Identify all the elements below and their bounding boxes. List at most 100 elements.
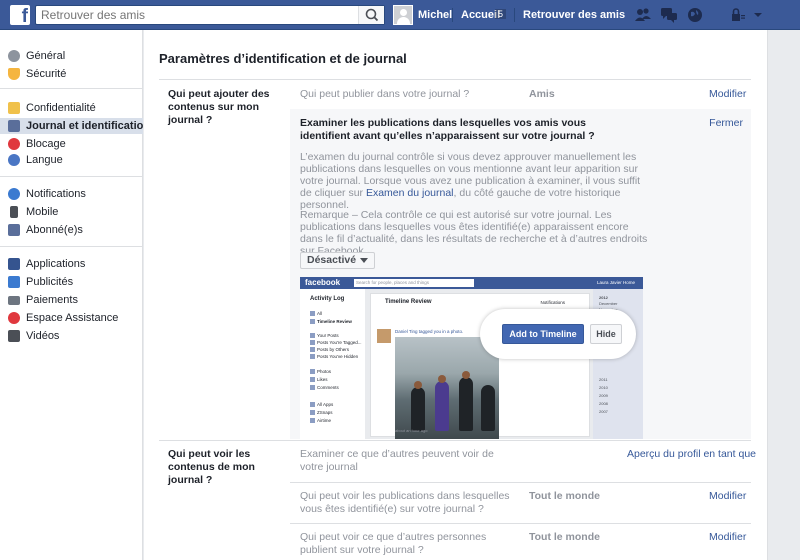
illustration-left-title: Activity Log <box>310 296 345 302</box>
search-icon <box>365 8 379 22</box>
film-icon <box>8 330 20 342</box>
illustration-year: 2010 <box>599 385 608 390</box>
illustration-notifications: Notifications <box>540 300 565 305</box>
sidebar-item-general[interactable]: Général <box>0 48 143 64</box>
sidebar-item-mobile[interactable]: Mobile <box>0 204 143 220</box>
privacy-shortcuts-icon[interactable] <box>729 6 747 24</box>
gear-icon <box>8 50 20 62</box>
messages-icon[interactable] <box>660 6 678 24</box>
setting-value: Amis <box>529 88 555 100</box>
close-link[interactable]: Fermer <box>709 117 743 129</box>
setting-question: Qui peut voir les publications dans lesq… <box>300 490 510 515</box>
sidebar-item-label: Abonné(e)s <box>26 224 83 236</box>
phone-icon <box>10 206 18 218</box>
illustration-action-bubble: Add to Timeline Hide <box>480 309 636 359</box>
illustration-hide-button: Hide <box>590 324 622 344</box>
globe-icon <box>8 154 20 166</box>
sidebar-item-label: Vidéos <box>26 330 60 342</box>
sidebar-divider <box>0 88 143 89</box>
sidebar-item-label: Mobile <box>26 206 59 218</box>
card-icon <box>8 296 20 305</box>
illustration-logo: facebook <box>305 278 341 287</box>
illustration-search: Search for people, places and things <box>354 279 474 287</box>
edit-link[interactable]: Modifier <box>709 88 746 100</box>
chevron-down-icon <box>360 257 369 263</box>
sidebar-item-label: Confidentialité <box>26 102 96 114</box>
setting-question: Qui peut publier dans votre journal ? <box>300 88 470 100</box>
illustration-list-item: Your Posts <box>310 333 339 338</box>
ads-icon <box>8 276 20 288</box>
illustration-year: 2011 <box>599 377 608 382</box>
nav-divider <box>514 8 515 22</box>
setting-question-expanded: Examiner les publications dans lesquelle… <box>300 117 595 142</box>
sidebar-item-label: Applications <box>26 258 86 270</box>
illustration-add-to-timeline-button: Add to Timeline <box>502 324 584 344</box>
illustration-card-title: Timeline Review <box>385 299 432 305</box>
illustration-list-item: Posts by Others <box>310 347 349 352</box>
timeline-review-expanded-panel: Examiner les publications dans lesquelle… <box>290 109 751 439</box>
sidebar-item-apps[interactable]: Applications <box>0 256 143 272</box>
illustration-list-item: ZSnaps <box>310 410 333 415</box>
search-button[interactable] <box>358 6 384 24</box>
sidebar-item-label: Notifications <box>26 188 86 200</box>
section-heading-who-can-see: Qui peut voir les contenus de mon journa… <box>168 448 255 486</box>
review-setting-dropdown[interactable]: Désactivé <box>300 252 376 269</box>
illustration-year: 2012 <box>599 295 608 300</box>
sidebar-item-videos[interactable]: Vidéos <box>0 328 143 344</box>
edit-link[interactable]: Modifier <box>709 531 746 543</box>
illustration-year: 2009 <box>599 393 608 398</box>
search-box <box>35 5 385 25</box>
find-friends-link[interactable]: Retrouver des amis <box>523 9 625 21</box>
block-icon <box>8 138 20 150</box>
sidebar-divider <box>0 176 143 177</box>
friend-requests-icon[interactable] <box>634 6 652 24</box>
section-divider <box>159 440 751 441</box>
top-navigation-bar: f Michel Accueil 5 Retrouver des amis <box>0 0 800 30</box>
illustration-list-item: Photos <box>310 369 331 374</box>
setting-value: Tout le monde <box>529 531 600 543</box>
illustration-post-text: Daniel Ting tagged you in a photo. <box>395 329 464 334</box>
setting-question: Examiner ce que d’autres peuvent voir de… <box>300 448 494 473</box>
sidebar-item-payments[interactable]: Paiements <box>0 292 143 308</box>
sidebar-item-label: Espace Assistance <box>26 312 119 324</box>
sidebar-item-timeline-and-tagging[interactable]: Journal et identification <box>0 118 150 134</box>
page-title: Paramètres d’identification et de journa… <box>159 51 407 66</box>
home-count-badge: 5 <box>495 9 507 19</box>
view-as-link[interactable]: Aperçu du profil en tant que <box>627 448 756 460</box>
sidebar-item-ads[interactable]: Publicités <box>0 274 143 290</box>
lifebuoy-icon <box>8 312 20 324</box>
sidebar-item-label: Paiements <box>26 294 78 306</box>
timeline-review-link[interactable]: Examen du journal <box>366 187 454 199</box>
sidebar-item-label: Blocage <box>26 138 66 150</box>
sidebar-item-privacy[interactable]: Confidentialité <box>0 100 143 116</box>
sidebar-item-language[interactable]: Langue <box>0 152 143 168</box>
notifications-globe-icon[interactable] <box>686 6 704 24</box>
edit-link[interactable]: Modifier <box>709 490 746 502</box>
search-input[interactable] <box>36 6 356 24</box>
setting-value: Tout le monde <box>529 490 600 502</box>
illustration-year: December <box>599 301 618 306</box>
sidebar-item-notifications[interactable]: Notifications <box>0 186 143 202</box>
sidebar-divider <box>0 246 143 247</box>
section-heading-who-can-add: Qui peut ajouter des contenus sur mon jo… <box>168 88 270 126</box>
earth-icon <box>8 188 20 200</box>
setting-description: L’examen du journal contrôle si vous dev… <box>300 151 650 211</box>
illustration-list-item: Airtime <box>310 418 331 423</box>
nav-divider <box>452 8 453 22</box>
illustration-topbar: facebook Search for people, places and t… <box>300 277 643 289</box>
sidebar-item-support-inbox[interactable]: Espace Assistance <box>0 310 143 326</box>
user-avatar[interactable] <box>393 5 413 25</box>
facebook-logo-icon[interactable]: f <box>10 5 30 27</box>
account-menu-chevron-down-icon[interactable] <box>749 6 767 24</box>
sidebar-item-label: Langue <box>26 154 63 166</box>
illustration-list-item: Posts You're Tagged... <box>310 340 362 345</box>
dropdown-value: Désactivé <box>307 254 357 266</box>
sidebar-item-followers[interactable]: Abonné(e)s <box>0 222 143 238</box>
illustration-list-item: Timeline Review <box>310 319 352 324</box>
illustration-activity-log: Activity Log All Timeline Review Your Po… <box>300 289 365 439</box>
sidebar-item-blocking[interactable]: Blocage <box>0 136 143 152</box>
illustration-user: Laura Javier Home <box>596 280 635 285</box>
sidebar-item-security[interactable]: Sécurité <box>0 66 143 82</box>
profile-link[interactable]: Michel <box>418 9 452 21</box>
title-divider <box>159 79 751 80</box>
